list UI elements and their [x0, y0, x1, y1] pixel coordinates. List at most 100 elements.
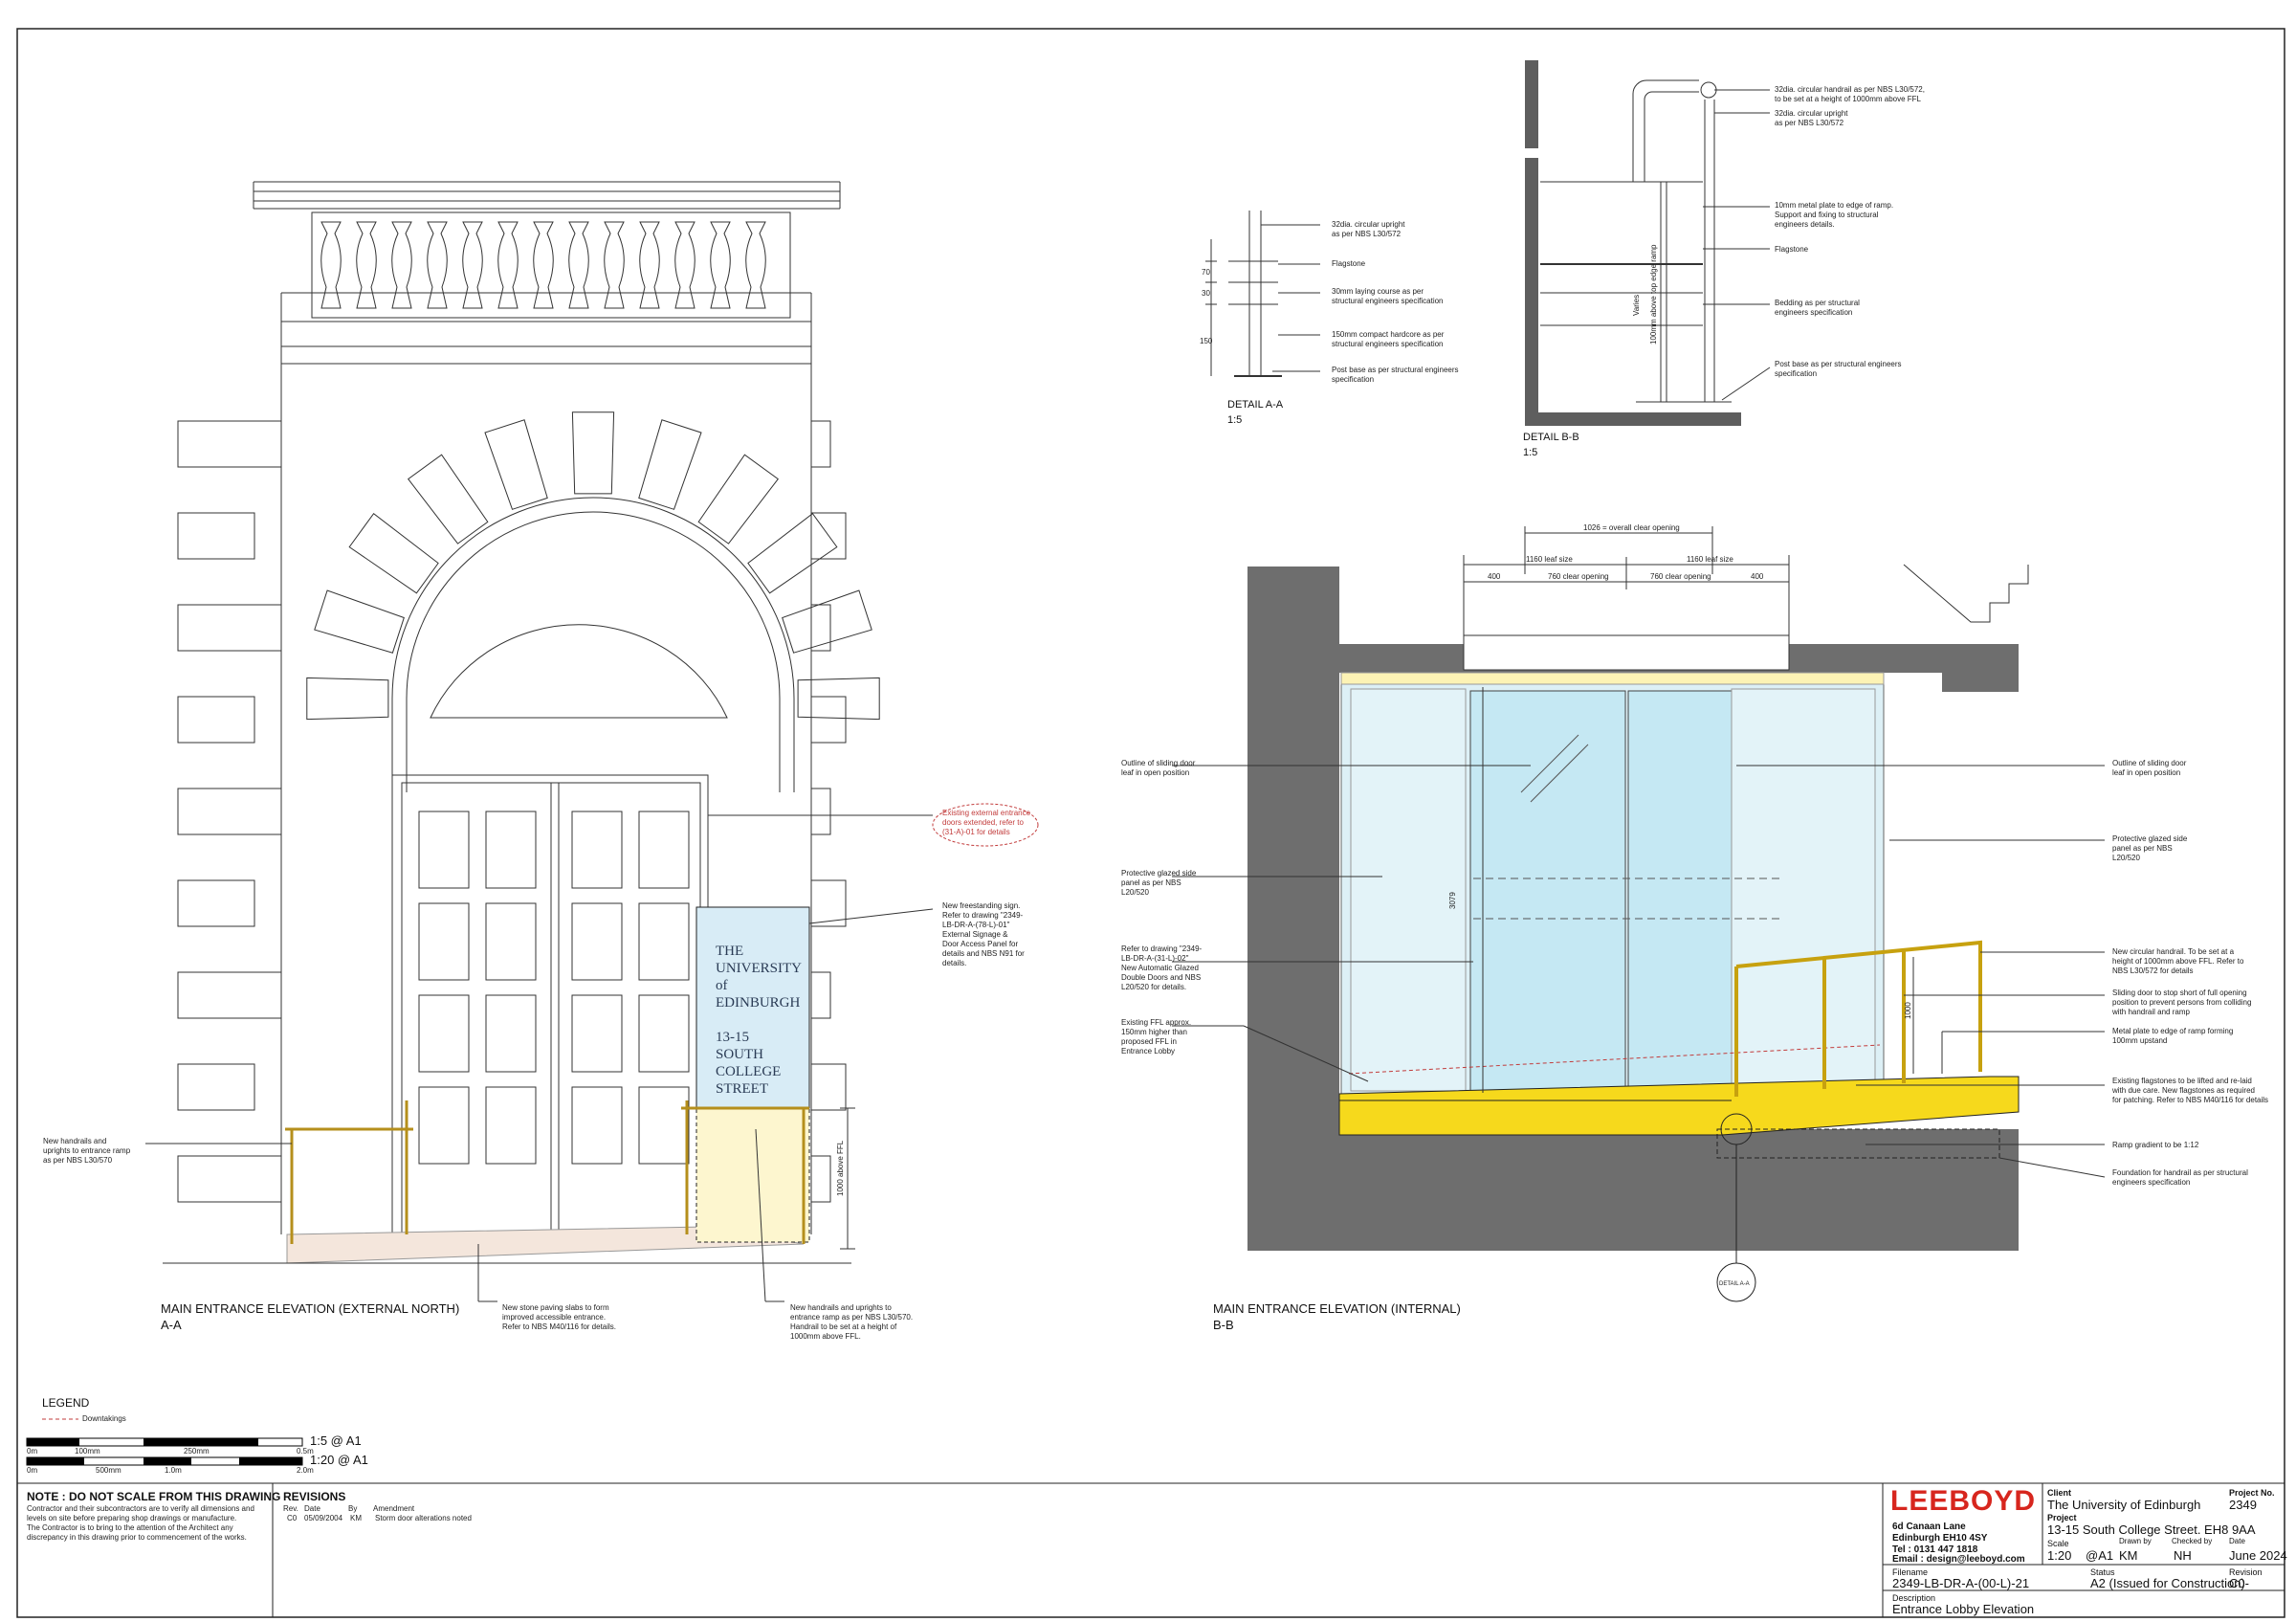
baluster — [320, 221, 342, 309]
detail-bb-note-3: 10mm metal plate to edge of ramp. Suppor… — [1775, 201, 1894, 229]
detail-bb-note-2: 32dia. circular upright as per NBS L30/5… — [1775, 109, 1848, 127]
baluster — [745, 221, 766, 309]
door-panel — [638, 1086, 690, 1165]
internal-note-right-4: Sliding door to stop short of full openi… — [2112, 989, 2252, 1016]
internal-elevation-title: MAIN ENTRANCE ELEVATION (INTERNAL) — [1213, 1301, 1461, 1316]
door-panel — [485, 1086, 537, 1165]
internal-note-left-2: Protective glazed side panel as per NBS … — [1121, 869, 1197, 897]
quoin-block — [177, 420, 282, 468]
internal-note-right-1: Outline of sliding door leaf in open pos… — [2112, 759, 2187, 777]
quoin-block — [810, 1155, 831, 1203]
door-panel — [571, 1086, 623, 1165]
scale2-tick-1: 500mm — [96, 1466, 121, 1475]
note-box-title: NOTE : DO NOT SCALE FROM THIS DRAWING — [27, 1490, 281, 1503]
checked-value: NH — [2174, 1548, 2192, 1563]
external-elevation-title: MAIN ENTRANCE ELEVATION (EXTERNAL NORTH) — [161, 1301, 460, 1316]
voussoir-stone — [306, 677, 389, 721]
address-line-1: 6d Canaan Lane — [1892, 1522, 1966, 1532]
detail-aa-scale: 1:5 — [1227, 414, 1243, 426]
baluster — [639, 221, 660, 309]
baluster — [533, 221, 554, 309]
detail-aa-dim-150: 150 — [1200, 337, 1213, 345]
address-line-4: Email : design@leeboyd.com — [1892, 1554, 2025, 1565]
rev-h-amend: Amendment — [373, 1504, 415, 1513]
note-existing-doors: Existing external entrance doors extende… — [942, 809, 1031, 836]
note-sign: New freestanding sign. Refer to drawing … — [942, 901, 1025, 967]
sign-line: COLLEGE — [716, 1064, 782, 1079]
quoin-block — [810, 696, 847, 744]
baluster — [674, 221, 695, 309]
sign-line: THE — [716, 944, 744, 959]
voussoir-stone — [697, 454, 780, 544]
filename-value: 2349-LB-DR-A-(00-L)-21 — [1892, 1576, 2030, 1590]
door-panel — [418, 994, 470, 1073]
detail-aa-title: DETAIL A-A — [1227, 399, 1284, 411]
note-handrails-left: New handrails and uprights to entrance r… — [43, 1137, 131, 1165]
voussoir-stone — [348, 512, 439, 594]
quoin-block — [810, 971, 831, 1019]
voussoir-stone — [407, 454, 489, 544]
voussoir-stone — [484, 419, 548, 510]
door-panel — [418, 811, 470, 889]
paper-value: @A1 — [2086, 1548, 2114, 1563]
project-no-value: 2349 — [2229, 1498, 2257, 1512]
drawn-value: KM — [2119, 1548, 2138, 1563]
scale1-tick-2: 250mm — [184, 1447, 210, 1455]
internal-note-right-8: Foundation for handrail as per structura… — [2112, 1168, 2248, 1187]
scale-bars — [26, 1437, 303, 1466]
quoin-block — [810, 604, 831, 652]
door-panel — [571, 994, 623, 1073]
scale1-label: 1:5 @ A1 — [310, 1433, 362, 1448]
quoin-block — [177, 879, 255, 927]
quoin-block — [177, 1063, 255, 1111]
door-panel — [418, 1086, 470, 1165]
note-box-body: Contractor and their subcontractors are … — [27, 1504, 254, 1542]
scale1-tick-3: 0.5m — [297, 1447, 314, 1455]
door-panel — [571, 902, 623, 981]
dim-overall: 1026 = overall clear opening — [1583, 523, 1680, 532]
detail-bb-title: DETAIL B-B — [1523, 432, 1579, 443]
detail-aa-dim-30: 30 — [1202, 289, 1210, 298]
dim-400-right: 400 — [1751, 572, 1764, 581]
revisions-title: REVISIONS — [283, 1490, 346, 1503]
internal-note-left-1: Outline of sliding door leaf in open pos… — [1121, 759, 1196, 777]
quoin-block — [177, 971, 282, 1019]
dim-leaf-right: 1160 leaf size — [1687, 555, 1733, 564]
scale2-tick-2: 1.0m — [165, 1466, 182, 1475]
quoin-block — [177, 696, 255, 744]
entrance-sign-base — [695, 1107, 810, 1243]
date-value: June 2024 — [2229, 1548, 2287, 1563]
internal-note-right-2: Protective glazed side panel as per NBS … — [2112, 834, 2188, 862]
scale1-tick-1: 100mm — [75, 1447, 100, 1455]
date-label: Date — [2229, 1537, 2245, 1545]
rev-h-rev: Rev. — [283, 1504, 298, 1513]
scale2-tick-0: 0m — [27, 1466, 38, 1475]
internal-note-right-7: Ramp gradient to be 1:12 — [2112, 1141, 2199, 1149]
internal-note-left-3: Refer to drawing "2349- LB-DR-A-(31-L)-0… — [1121, 944, 1203, 991]
detail-bb-note-4: Flagstone — [1775, 245, 1809, 254]
voussoir-stone — [747, 512, 838, 594]
door-panel — [485, 994, 537, 1073]
sign-line — [716, 1011, 802, 1029]
sign-line: of — [716, 978, 728, 993]
stair-outline — [1903, 564, 2029, 623]
detail-bb-note-1: 32dia. circular handrail as per NBS L30/… — [1775, 85, 1925, 103]
detail-aa-note-4: 150mm compact hardcore as per structural… — [1332, 330, 1445, 348]
drawing-sheet — [16, 28, 2285, 1618]
internal-note-right-3: New circular handrail. To be set at a he… — [2112, 947, 2244, 975]
external-leaders — [145, 814, 934, 1302]
door-panel — [571, 811, 623, 889]
sign-line: 13-15 — [716, 1030, 749, 1045]
scale1-tick-0: 0m — [27, 1447, 38, 1455]
detail-bb-drawing — [1525, 60, 1771, 426]
legend-item: Downtakings — [82, 1414, 126, 1423]
note-paving: New stone paving slabs to form improved … — [502, 1303, 617, 1331]
door-panel — [638, 902, 690, 981]
dim-leaf-left: 1160 leaf size — [1526, 555, 1573, 564]
address-line-2: Edinburgh EH10 4SY — [1892, 1533, 1988, 1544]
quoin-block — [177, 604, 282, 652]
legend-title: LEGEND — [42, 1396, 90, 1410]
sign-line: STREET — [716, 1081, 768, 1097]
detail-bb-vert-2: 100mm above top edge ramp — [1649, 244, 1658, 344]
voussoir-stone — [571, 411, 615, 495]
